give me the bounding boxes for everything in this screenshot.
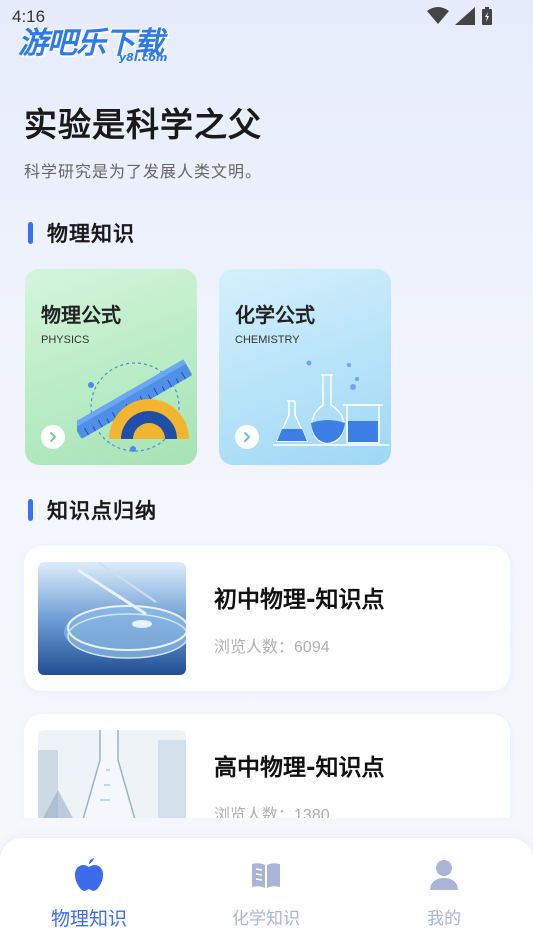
page-title: 实验是科学之父	[24, 105, 262, 144]
chevron-right-icon	[50, 432, 56, 442]
tab-mine[interactable]: 我的	[374, 856, 514, 929]
view-count-label: 浏览人数：	[214, 637, 295, 656]
card-arrow-button[interactable]	[41, 425, 65, 449]
section-accent-bar	[28, 499, 33, 521]
page-subtitle: 科学研究是为了发展人类文明。	[24, 162, 263, 181]
view-count-label: 浏览人数：	[214, 805, 295, 818]
tab-label: 化学知识	[232, 909, 300, 929]
card-title: 化学公式	[235, 303, 315, 327]
list-scroll-clip: 高中物理-知识点 浏览人数：1380	[0, 700, 533, 818]
section-header-physics: 物理知识	[28, 218, 135, 248]
apple-icon	[74, 858, 104, 891]
view-count-value: 6094	[294, 639, 330, 656]
flask-thumbnail	[38, 730, 186, 818]
list-item-title: 初中物理-知识点	[214, 587, 385, 613]
section-accent-bar	[28, 222, 33, 244]
user-icon	[430, 860, 458, 890]
tab-physics[interactable]: 物理知识	[19, 856, 159, 931]
bottom-tab-bar: 物理知识 化学知识 我的	[0, 838, 533, 948]
section-title: 知识点归纳	[47, 499, 157, 523]
list-item-senior-physics[interactable]: 高中物理-知识点 浏览人数：1380	[24, 714, 510, 818]
tab-label: 我的	[427, 909, 461, 929]
view-count: 浏览人数：6094	[214, 633, 330, 657]
chemistry-formula-card[interactable]: 化学公式 CHEMISTRY	[219, 269, 391, 465]
signal-icon	[455, 7, 475, 25]
view-count-value: 1380	[294, 807, 330, 818]
status-icons	[427, 6, 493, 26]
chevron-right-icon	[244, 432, 250, 442]
physics-formula-card[interactable]: 物理公式 PHYSICS	[25, 269, 197, 465]
watermark-url: y8l.com	[119, 51, 168, 64]
section-header-knowledge: 知识点归纳	[28, 495, 157, 525]
view-count: 浏览人数：1380	[214, 801, 330, 818]
card-title: 物理公式	[41, 303, 121, 327]
petri-dish-thumbnail	[38, 562, 186, 675]
card-subtitle: CHEMISTRY	[235, 334, 300, 346]
card-subtitle: PHYSICS	[41, 334, 90, 346]
battery-icon	[482, 7, 492, 25]
tab-chemistry[interactable]: 化学知识	[196, 856, 336, 929]
book-icon	[252, 863, 280, 888]
card-arrow-button[interactable]	[235, 425, 259, 449]
wifi-icon	[427, 7, 449, 24]
tab-label: 物理知识	[50, 908, 127, 930]
list-item-junior-physics[interactable]: 初中物理-知识点 浏览人数：6094	[24, 546, 510, 691]
list-item-title: 高中物理-知识点	[214, 755, 385, 781]
section-title: 物理知识	[47, 222, 135, 246]
flasks-illustration	[273, 360, 389, 446]
watermark-logo: 游吧乐下载 y8l.com	[18, 18, 188, 66]
ruler-protractor-illustration	[77, 359, 192, 452]
